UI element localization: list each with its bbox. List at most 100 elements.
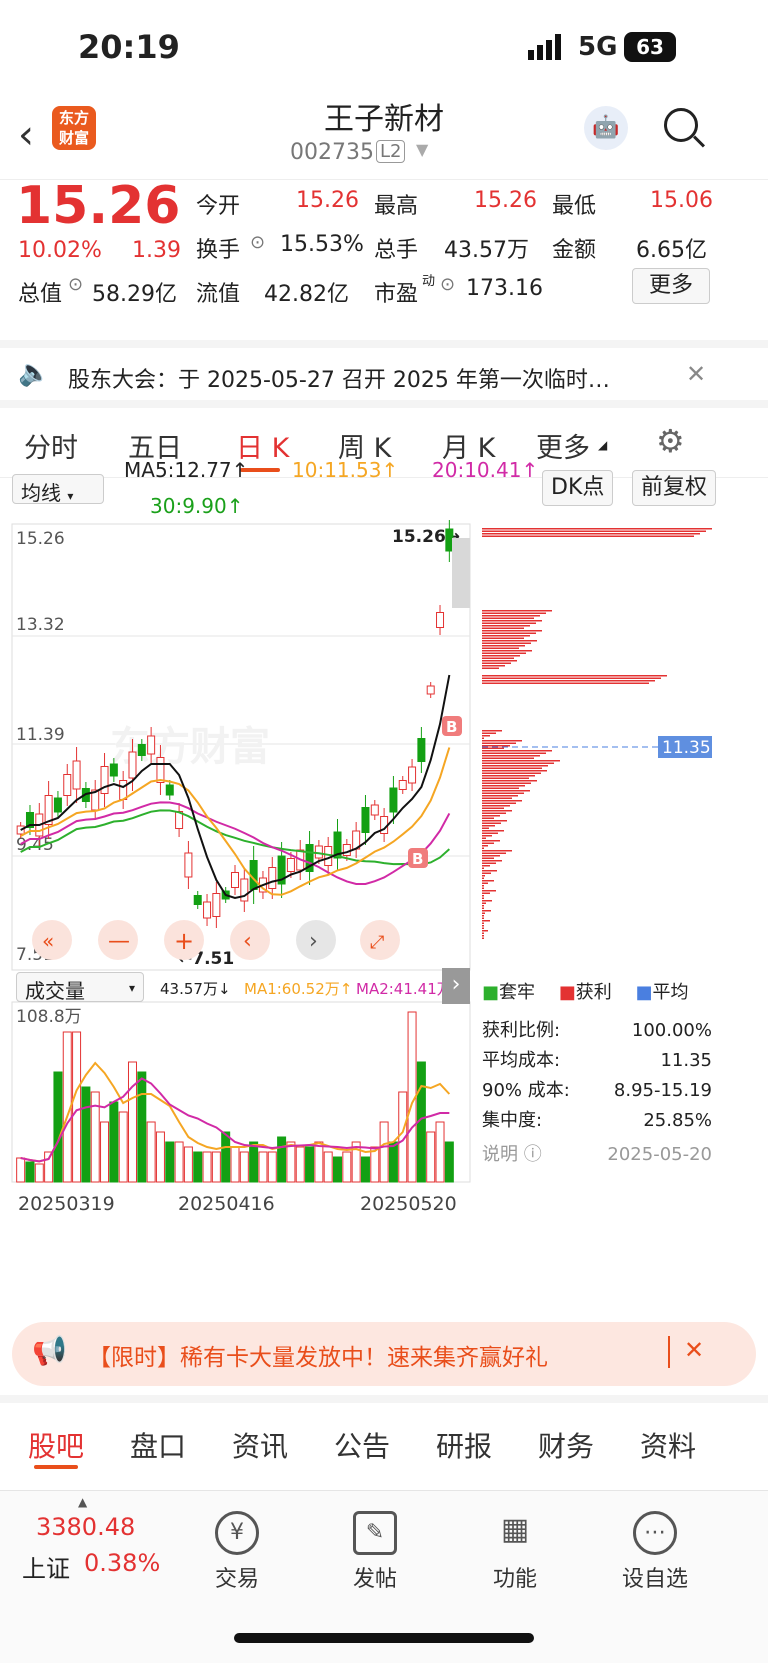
tab-announcements[interactable]: 公告 — [334, 1425, 390, 1465]
chip-bar — [482, 655, 520, 657]
change-value: 1.39 — [132, 238, 181, 263]
chip-bar — [482, 830, 504, 832]
change-pct: 10.02% — [18, 238, 102, 263]
chevron-down-icon[interactable]: ▼ — [416, 140, 428, 159]
candle — [165, 784, 174, 796]
tab-more[interactable]: 更多 — [536, 426, 590, 465]
volume-select[interactable]: 成交量 ▾ — [16, 972, 144, 1003]
candle — [408, 766, 417, 784]
chip-bar — [482, 740, 522, 742]
chip-bar — [482, 827, 489, 829]
quote-panel: 15.26 10.02% 1.39 今开 15.26 最高 15.26 最低 1… — [0, 176, 768, 340]
more-icon: ⋯ — [633, 1511, 677, 1555]
content-tabs: 股吧 盘口 资讯 公告 研报 财务 资料 — [0, 1395, 768, 1480]
info-icon[interactable]: ⊙ — [440, 274, 455, 295]
promo-banner[interactable]: 📢 【限时】稀有卡大量发放中！速来集齐赢好礼 ✕ — [12, 1322, 756, 1386]
chip-bar — [482, 905, 484, 907]
info-icon[interactable]: ⊙ — [68, 274, 83, 295]
nav-trade[interactable]: ¥ 交易 — [192, 1511, 282, 1593]
volume-bar — [230, 1146, 240, 1183]
more-button[interactable]: 更多 — [632, 268, 710, 304]
volume-bar — [342, 1151, 352, 1183]
stat-label: 获利比例: — [482, 1020, 561, 1041]
notice-bar[interactable]: 🔈 股东大会：于 2025-05-27 召开 2025 年第一次临时… ✕ — [0, 340, 768, 408]
turnover-value: 15.53% — [280, 232, 364, 257]
candle — [53, 797, 62, 813]
tab-forum[interactable]: 股吧 — [28, 1425, 84, 1465]
tab-intraday[interactable]: 分时 — [24, 426, 78, 465]
candle — [268, 867, 277, 889]
indicator-select[interactable]: 均线 ▾ — [12, 474, 104, 505]
svg-text:—: — — [108, 929, 130, 954]
explain-link[interactable]: 说明 ⓘ — [482, 1140, 542, 1170]
grid-icon: ▦ — [500, 1512, 530, 1547]
chip-bar — [482, 915, 484, 917]
pe-value: 173.16 — [466, 276, 543, 301]
turnover-label: 换手 — [196, 238, 241, 263]
index-name: 上证 — [22, 1555, 70, 1583]
chip-bar — [482, 677, 661, 679]
chip-bar — [482, 900, 492, 902]
battery-icon: 63 — [624, 32, 676, 62]
close-icon[interactable]: ✕ — [684, 1336, 704, 1364]
chip-bar — [482, 912, 485, 914]
chip-bar — [482, 730, 502, 732]
close-icon[interactable]: ✕ — [686, 360, 706, 388]
tab-financials[interactable]: 财务 — [538, 1425, 594, 1465]
chip-bar — [482, 902, 486, 904]
scroll-thumb[interactable] — [452, 538, 470, 608]
tab-research[interactable]: 研报 — [436, 1425, 492, 1465]
info-icon[interactable]: ⊙ — [250, 232, 265, 253]
chip-bar — [482, 935, 484, 937]
adjust-button[interactable]: 前复权 — [632, 470, 717, 506]
nav-watchlist[interactable]: ⋯ 设自选 — [610, 1511, 700, 1593]
gear-icon[interactable]: ⚙ — [656, 422, 685, 460]
chip-bar — [482, 820, 507, 822]
chip-bar — [482, 745, 510, 747]
nav-functions[interactable]: ▦ 功能 — [470, 1511, 560, 1593]
notice-text[interactable]: 股东大会：于 2025-05-27 召开 2025 年第一次临时… — [68, 362, 610, 394]
chip-bar — [482, 880, 494, 882]
amount-value: 6.65亿 — [636, 238, 707, 263]
candle — [445, 528, 454, 552]
volume-label: 总手 — [374, 238, 419, 263]
chip-bar — [482, 680, 655, 682]
candle — [137, 744, 146, 756]
stat-label: 集中度: — [482, 1110, 543, 1131]
chip-bar — [482, 862, 496, 864]
chip-bar — [482, 657, 514, 659]
network-label: 5G — [578, 32, 618, 62]
candle — [119, 780, 128, 800]
dk-button[interactable]: DK点 — [542, 470, 614, 506]
y-label: 11.39 — [16, 725, 65, 745]
chip-bar — [482, 795, 518, 797]
chip-bar — [482, 852, 506, 854]
bottom-nav: ▲ 3380.48 上证 0.38% ¥ 交易 ✎ 发帖 ▦ 功能 ⋯ 设自选 — [0, 1490, 768, 1663]
tab-orderbook[interactable]: 盘口 — [130, 1425, 186, 1465]
chip-bar — [482, 622, 536, 624]
status-bar: 20:19 5G 63 — [0, 0, 768, 100]
index-value[interactable]: 3380.48 — [36, 1513, 135, 1541]
volume-bar — [314, 1141, 324, 1183]
tab-indicator — [34, 1465, 78, 1469]
tab-profile[interactable]: 资料 — [640, 1425, 696, 1465]
chip-bar — [482, 812, 506, 814]
chip-bar — [482, 762, 554, 764]
volume-bar — [109, 1101, 119, 1183]
chip-bar — [482, 847, 484, 849]
chevron-right-icon[interactable]: › — [442, 968, 470, 1004]
robot-avatar[interactable]: 🤖 — [584, 106, 628, 150]
volume-bar — [286, 1141, 296, 1183]
chip-bar — [482, 870, 497, 872]
float-value: 42.82亿 — [264, 282, 349, 307]
chip-bar — [482, 665, 505, 667]
chip-bar — [482, 787, 519, 789]
chip-bar — [482, 810, 512, 812]
nav-post[interactable]: ✎ 发帖 — [330, 1511, 420, 1593]
low-label: 最低 — [552, 194, 597, 219]
high-value: 15.26 — [474, 188, 537, 213]
tab-news[interactable]: 资讯 — [232, 1425, 288, 1465]
buy-marker-label: B — [412, 850, 423, 868]
volume-bar — [146, 1121, 156, 1183]
corner-triangle-icon: ◢ — [598, 438, 608, 452]
